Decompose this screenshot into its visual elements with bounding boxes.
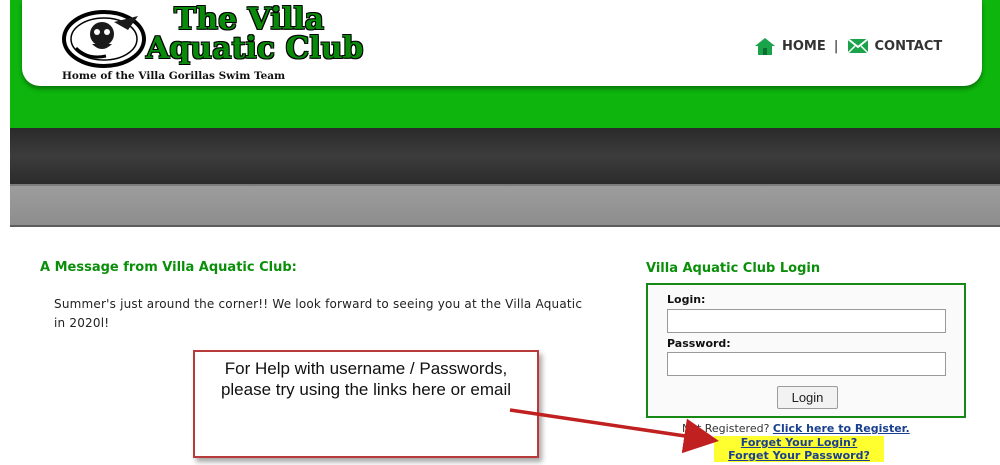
nav-separator: | bbox=[833, 38, 839, 54]
callout-text: For Help with username / Passwords, plea… bbox=[220, 359, 512, 399]
password-input[interactable] bbox=[667, 352, 946, 376]
register-prompt: Not Registered? bbox=[682, 422, 770, 435]
top-nav: HOME | CONTACT bbox=[754, 36, 942, 56]
login-input[interactable] bbox=[667, 309, 946, 333]
main-nav-bar bbox=[10, 128, 1000, 184]
login-form: Login: Password: Login bbox=[646, 283, 966, 418]
login-label: Login: bbox=[667, 293, 706, 306]
forget-login-link[interactable]: Forget Your Login? bbox=[714, 436, 884, 449]
message-body: Summer's just around the corner!! We loo… bbox=[54, 297, 583, 330]
mail-icon[interactable] bbox=[846, 37, 869, 55]
gorilla-emblem-icon bbox=[62, 10, 146, 68]
logo-title-line2: Aquatic Club bbox=[146, 31, 364, 66]
login-heading: Villa Aquatic Club Login bbox=[646, 261, 821, 276]
help-callout: For Help with username / Passwords, plea… bbox=[193, 350, 539, 458]
logo-tagline: Home of the Villa Gorillas Swim Team bbox=[62, 70, 286, 82]
register-link[interactable]: Click here to Register. bbox=[773, 422, 910, 435]
message-heading: A Message from Villa Aquatic Club: bbox=[40, 260, 297, 275]
register-line: Not Registered? Click here to Register. bbox=[682, 422, 910, 435]
nav-home-link[interactable]: HOME bbox=[782, 39, 826, 54]
password-label: Password: bbox=[667, 337, 731, 350]
sub-nav-bar bbox=[10, 184, 1000, 227]
home-icon[interactable] bbox=[754, 36, 776, 56]
nav-contact-link[interactable]: CONTACT bbox=[875, 39, 943, 54]
forget-password-link[interactable]: Forget Your Password? bbox=[714, 449, 884, 462]
login-button[interactable]: Login bbox=[777, 386, 838, 409]
site-logo[interactable]: The Villa Aquatic Club Home of the Villa… bbox=[62, 5, 364, 86]
